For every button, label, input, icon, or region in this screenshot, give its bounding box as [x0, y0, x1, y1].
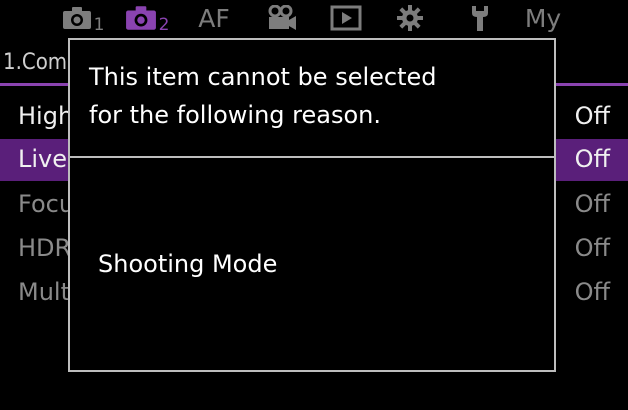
gear-icon [396, 4, 424, 32]
menu-row-label: Live [18, 145, 68, 173]
camera-icon [125, 5, 157, 31]
menu-page-title: 1.Com [3, 50, 68, 75]
dialog-divider [70, 156, 554, 158]
tab-playback[interactable] [326, 2, 366, 34]
wrench-icon [469, 4, 491, 32]
menu-row-label: HDR [18, 234, 72, 262]
dialog-header: This item cannot be selected for the fol… [70, 40, 554, 156]
tab-my-label: My [524, 3, 562, 33]
menu-row-label: High [18, 102, 74, 130]
menu-row-value: Off [574, 190, 610, 218]
menu-row-label: Focu [18, 190, 75, 218]
menu-row-label: Mult [18, 278, 70, 306]
tab-shooting-1[interactable]: 1 [60, 2, 106, 35]
menu-row-value: Off [574, 278, 610, 306]
tab-af-label: AF [198, 3, 230, 33]
camera-icon [62, 6, 92, 30]
tab-custom[interactable] [390, 2, 430, 34]
tab-video[interactable] [262, 2, 302, 34]
movie-camera-icon [266, 5, 298, 31]
dialog-message: This item cannot be selected for the fol… [89, 63, 437, 129]
play-icon [330, 5, 362, 31]
menu-row-value: Off [574, 145, 610, 173]
menu-row-value: Off [574, 102, 610, 130]
tab-my-menu[interactable]: My [518, 2, 568, 34]
camera-menu-screen: 1 2 AF My 1.Com High Off Live Off Focu O… [0, 0, 628, 410]
tab-setup[interactable] [462, 2, 498, 34]
cannot-select-dialog: This item cannot be selected for the fol… [68, 38, 556, 372]
menu-row-value: Off [574, 234, 610, 262]
tab-shooting-1-number: 1 [93, 15, 105, 35]
dialog-reason: Shooting Mode [98, 250, 278, 278]
tab-shooting-2[interactable]: 2 [122, 2, 172, 35]
menu-tab-bar: 1 2 AF My [0, 0, 628, 36]
tab-af[interactable]: AF [194, 2, 234, 34]
tab-shooting-2-number: 2 [158, 15, 170, 35]
